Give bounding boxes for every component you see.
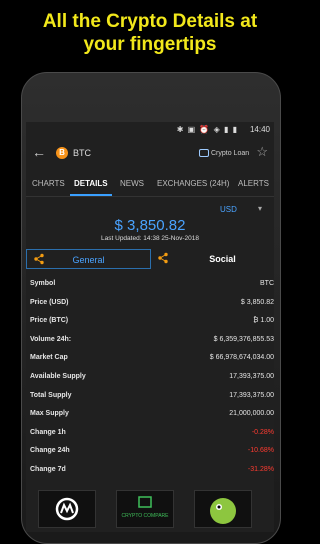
status-time: 14:40 — [249, 125, 270, 134]
detail-row: Max Supply 21,000,000.00 — [26, 405, 274, 424]
detail-row: Price (USD) $ 3,850.82 — [26, 294, 274, 313]
detail-value: $ 3,850.82 — [240, 298, 274, 306]
current-price: $ 3,850.82 — [114, 217, 186, 234]
detail-row: Market Cap $ 66,978,674,034.00 — [26, 349, 274, 368]
tab-alerts[interactable]: ALERTS — [238, 179, 269, 188]
detail-value: ₿ 1.00 — [253, 317, 274, 325]
general-tab[interactable]: General — [26, 249, 151, 269]
coingecko-logo[interactable] — [194, 490, 252, 528]
detail-value: $ 6,359,376,855.53 — [213, 335, 274, 343]
detail-label: Total Supply — [30, 391, 72, 399]
detail-value: 17,393,375.00 — [229, 391, 274, 399]
detail-label: Change 24h — [30, 447, 70, 455]
app-screen: ✱ ▣ ⏰ ◈ ▮ ▮ 14:40 ← B BTC Crypto Loan ☆ … — [26, 122, 274, 532]
detail-label: Market Cap — [30, 354, 68, 362]
detail-value: -10.68% — [247, 447, 274, 455]
detail-row: Change 24h -10.68% — [26, 442, 274, 461]
coin-symbol: BTC — [73, 148, 91, 158]
last-updated: Last Updated: 14:38 25-Nov-2018 — [101, 235, 199, 242]
detail-row: Available Supply 17,393,375.00 — [26, 368, 274, 387]
active-tab-indicator — [70, 194, 112, 196]
social-label: Social — [209, 254, 236, 264]
detail-row: Symbol BTC — [26, 275, 274, 294]
app-bar: ← B BTC Crypto Loan ☆ — [26, 140, 274, 168]
status-icons: ✱ ▣ ⏰ ◈ ▮ ▮ — [176, 125, 238, 134]
detail-value: -0.28% — [251, 428, 274, 436]
favorite-star-icon[interactable]: ☆ — [256, 144, 268, 160]
detail-row: Total Supply 17,393,375.00 — [26, 387, 274, 406]
loan-icon — [199, 149, 209, 157]
social-tab[interactable]: Social — [151, 249, 274, 269]
detail-label: Price (USD) — [30, 298, 69, 306]
detail-label: Max Supply — [30, 410, 69, 418]
detail-value: 21,000,000.00 — [229, 410, 274, 418]
detail-value: $ 66,978,674,034.00 — [209, 354, 274, 362]
headline-line-2: your fingertips — [83, 34, 217, 55]
detail-row: Change 1h -0.28% — [26, 424, 274, 443]
crypto-loan-button[interactable]: Crypto Loan — [199, 149, 249, 157]
general-label: General — [72, 255, 105, 265]
cryptocompare-text: CRYPTO COMPARE — [122, 513, 170, 519]
detail-label: Price (BTC) — [30, 317, 69, 325]
detail-value: -31.28% — [247, 465, 274, 473]
detail-label: Change 1h — [30, 428, 66, 436]
status-bar: ✱ ▣ ⏰ ◈ ▮ ▮ 14:40 — [26, 122, 274, 138]
headline-line-1: All the Crypto Details at — [42, 11, 258, 32]
cryptocompare-logo[interactable]: CRYPTO COMPARE — [116, 490, 174, 528]
detail-row: Volume 24h: $ 6,359,376,855.53 — [26, 331, 274, 350]
promo-headline: All the Crypto Details at your fingertip… — [0, 10, 300, 56]
tab-exchanges[interactable]: EXCHANGES (24H) — [157, 179, 229, 188]
tab-bar: CHARTS DETAILS NEWS EXCHANGES (24H) ALER… — [26, 174, 274, 197]
tab-news[interactable]: NEWS — [120, 179, 144, 188]
detail-label: Symbol — [30, 280, 56, 287]
coinmarketcap-logo[interactable] — [38, 490, 96, 528]
detail-label: Change 7d — [30, 465, 66, 473]
dropdown-caret-icon[interactable]: ▾ — [258, 204, 262, 213]
detail-value: BTC — [260, 280, 274, 287]
detail-label: Volume 24h: — [30, 335, 72, 343]
crypto-loan-label: Crypto Loan — [211, 149, 250, 157]
bitcoin-icon: B — [56, 147, 68, 159]
details-table: Symbol BTC Price (USD) $ 3,850.82 Price (B… — [26, 275, 274, 480]
currency-selector[interactable]: USD — [220, 205, 237, 214]
detail-value: 17,393,375.00 — [229, 372, 274, 380]
detail-label: Available Supply — [30, 372, 86, 380]
detail-row: Change 7d -31.28% — [26, 461, 274, 480]
tab-charts[interactable]: CHARTS — [32, 179, 65, 188]
detail-row: Price (BTC) ₿ 1.00 — [26, 312, 274, 331]
back-arrow-icon[interactable]: ← — [32, 144, 46, 160]
tab-details[interactable]: DETAILS — [74, 179, 108, 188]
